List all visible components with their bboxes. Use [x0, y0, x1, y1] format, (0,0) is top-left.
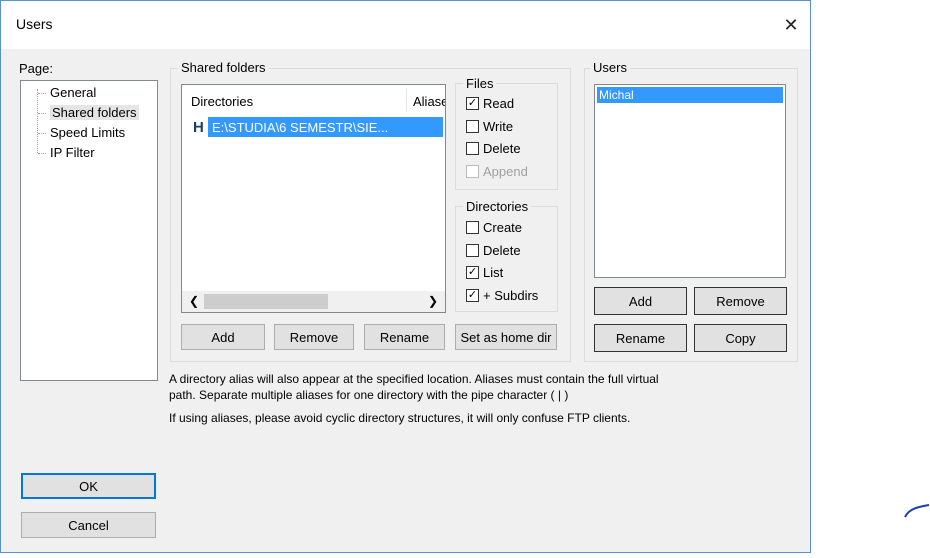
ok-button[interactable]: OK: [21, 473, 156, 499]
user-rename-button[interactable]: Rename: [594, 324, 687, 352]
pen-stroke-decoration: [904, 504, 930, 518]
window-title: Users: [16, 16, 53, 32]
set-home-dir-button[interactable]: Set as home dir: [455, 324, 557, 350]
subdirs-checkbox[interactable]: ✓ + Subdirs: [466, 288, 538, 303]
scroll-left-icon[interactable]: ❮: [189, 294, 199, 308]
tree-item-speed-limits[interactable]: Speed Limits: [50, 125, 125, 140]
users-dialog: Users ✕ Page: General Shared folders Spe…: [0, 0, 811, 553]
folder-add-button[interactable]: Add: [181, 324, 265, 350]
directories-title: Directories: [463, 199, 532, 214]
read-checkbox[interactable]: ✓ Read: [466, 96, 514, 111]
tree-item-ip-filter[interactable]: IP Filter: [50, 145, 95, 160]
files-title: Files: [463, 76, 497, 91]
tree-item-general[interactable]: General: [50, 85, 96, 100]
files-delete-checkbox[interactable]: Delete: [466, 141, 521, 156]
shared-folders-title: Shared folders: [178, 60, 269, 75]
info-line-2: path. Separate multiple aliases for one …: [169, 388, 569, 402]
check-icon: ✓: [466, 289, 479, 302]
write-checkbox[interactable]: Write: [466, 119, 513, 134]
user-name: Michal: [599, 88, 634, 102]
directories-list[interactable]: Directories Aliases H E:\STUDIA\6 SEMEST…: [181, 84, 446, 313]
scrollbar-thumb[interactable]: [204, 294, 328, 309]
scroll-right-icon[interactable]: ❯: [428, 294, 438, 308]
close-icon[interactable]: ✕: [772, 7, 810, 43]
folder-remove-button[interactable]: Remove: [274, 324, 354, 350]
home-dir-marker: H: [193, 119, 204, 136]
create-checkbox[interactable]: Create: [466, 220, 522, 235]
page-tree[interactable]: General Shared folders Speed Limits IP F…: [20, 80, 158, 381]
folder-rename-button[interactable]: Rename: [364, 324, 445, 350]
cancel-button[interactable]: Cancel: [21, 512, 156, 538]
column-aliases[interactable]: Aliases: [413, 94, 445, 109]
user-add-button[interactable]: Add: [594, 287, 687, 315]
users-title: Users: [590, 60, 630, 75]
column-directories[interactable]: Directories: [191, 94, 253, 109]
append-checkbox: Append: [466, 164, 528, 179]
check-icon: ✓: [466, 97, 479, 110]
check-icon: ✓: [466, 266, 479, 279]
tree-line: [37, 89, 38, 153]
horizontal-scrollbar[interactable]: ❮ ❯: [182, 291, 445, 312]
dirs-delete-checkbox[interactable]: Delete: [466, 243, 521, 258]
info-line-3: If using aliases, please avoid cyclic di…: [169, 411, 631, 425]
info-line-1: A directory alias will also appear at th…: [169, 372, 659, 386]
directory-path: E:\STUDIA\6 SEMESTR\SIE...: [212, 120, 389, 135]
page-label: Page:: [19, 61, 53, 76]
title-bar: Users ✕: [1, 1, 810, 49]
tree-item-shared-folders[interactable]: Shared folders: [50, 105, 139, 120]
user-remove-button[interactable]: Remove: [694, 287, 787, 315]
users-list[interactable]: Michal: [594, 84, 786, 278]
list-checkbox[interactable]: ✓ List: [466, 265, 503, 280]
user-copy-button[interactable]: Copy: [694, 324, 787, 352]
